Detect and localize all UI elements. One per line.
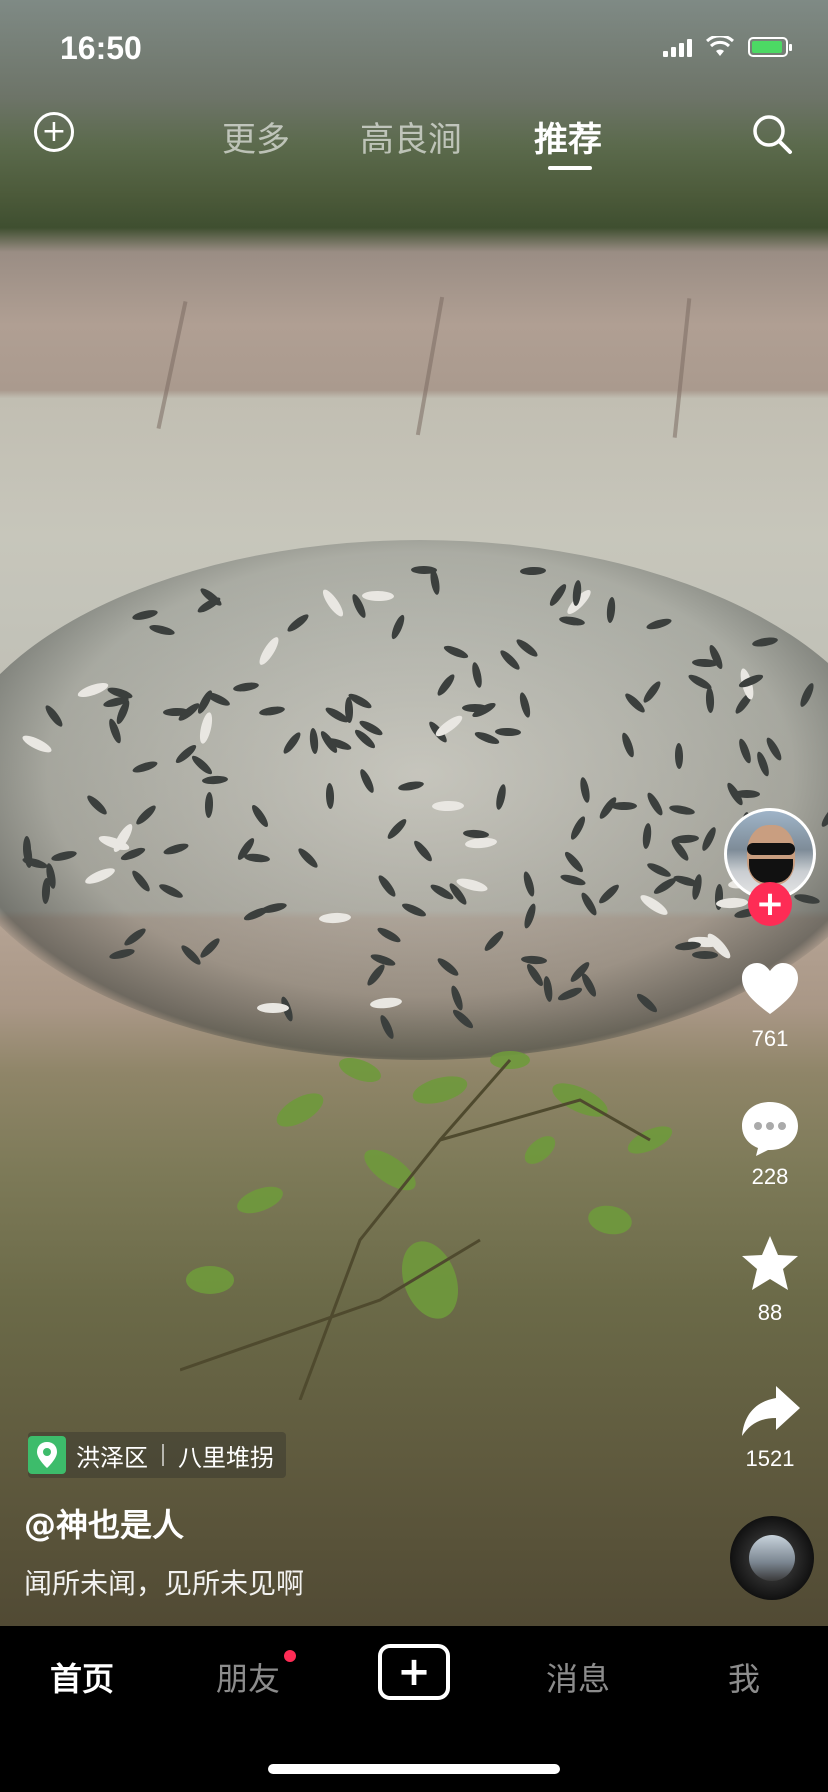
follow-button[interactable]: + — [748, 882, 792, 926]
add-icon[interactable]: + — [34, 112, 74, 152]
friends-badge-dot — [284, 1650, 296, 1662]
app-screen: 16:50 + 更多 高良涧 推荐 + 761 228 88 1521 洪泽区 … — [0, 0, 828, 1792]
active-tab-indicator — [548, 166, 592, 170]
nav-friends[interactable]: 朋友 — [216, 1654, 280, 1700]
status-time: 16:50 — [60, 30, 142, 66]
location-place: 八里堆拐 — [178, 1443, 274, 1472]
location-tag[interactable]: 洪泽区 八里堆拐 — [28, 1432, 286, 1478]
search-icon[interactable] — [750, 112, 794, 156]
location-district: 洪泽区 — [76, 1443, 148, 1472]
battery-icon — [748, 37, 792, 57]
video-player[interactable] — [0, 0, 828, 1626]
video-caption: 闻所未闻，见所未见啊 — [24, 1567, 305, 1600]
star-icon — [742, 1236, 798, 1290]
comment-icon — [742, 1102, 798, 1156]
like-button[interactable]: 761 — [720, 958, 820, 1052]
nav-me[interactable]: 我 — [728, 1654, 760, 1700]
share-count: 1521 — [745, 1446, 795, 1471]
nav-home[interactable]: 首页 — [50, 1654, 114, 1700]
canal-wall-seam — [415, 296, 445, 436]
canal-wall-seam — [156, 301, 188, 429]
tab-recommended[interactable]: 推荐 — [534, 112, 602, 161]
status-icons — [663, 36, 792, 58]
foreground-plants — [180, 1051, 673, 1400]
share-icon — [742, 1386, 800, 1436]
share-button[interactable]: 1521 — [720, 1378, 820, 1472]
heart-icon — [742, 963, 798, 1014]
favorite-count: 88 — [757, 1300, 783, 1325]
wifi-icon — [706, 36, 734, 56]
fish — [256, 1003, 289, 1014]
author-username[interactable]: @神也是人 — [24, 1500, 184, 1546]
location-pin-icon — [28, 1436, 66, 1474]
avatar-sunglasses — [747, 843, 795, 855]
tab-local[interactable]: 高良涧 — [360, 112, 462, 161]
location-divider — [162, 1444, 164, 1466]
canal-wall-seam — [672, 298, 692, 438]
like-count: 761 — [751, 1026, 789, 1051]
create-icon[interactable]: + — [378, 1644, 450, 1700]
cellular-signal-icon — [663, 37, 692, 57]
favorite-button[interactable]: 88 — [720, 1232, 820, 1326]
comment-button[interactable]: 228 — [720, 1096, 820, 1190]
fish — [611, 801, 638, 810]
fish-school — [0, 540, 828, 1060]
nav-messages[interactable]: 消息 — [546, 1654, 610, 1700]
tab-more[interactable]: 更多 — [222, 112, 290, 161]
home-indicator[interactable] — [268, 1764, 560, 1774]
fish — [361, 590, 394, 602]
music-disc-icon[interactable] — [730, 1516, 814, 1600]
comment-count: 228 — [751, 1164, 789, 1189]
